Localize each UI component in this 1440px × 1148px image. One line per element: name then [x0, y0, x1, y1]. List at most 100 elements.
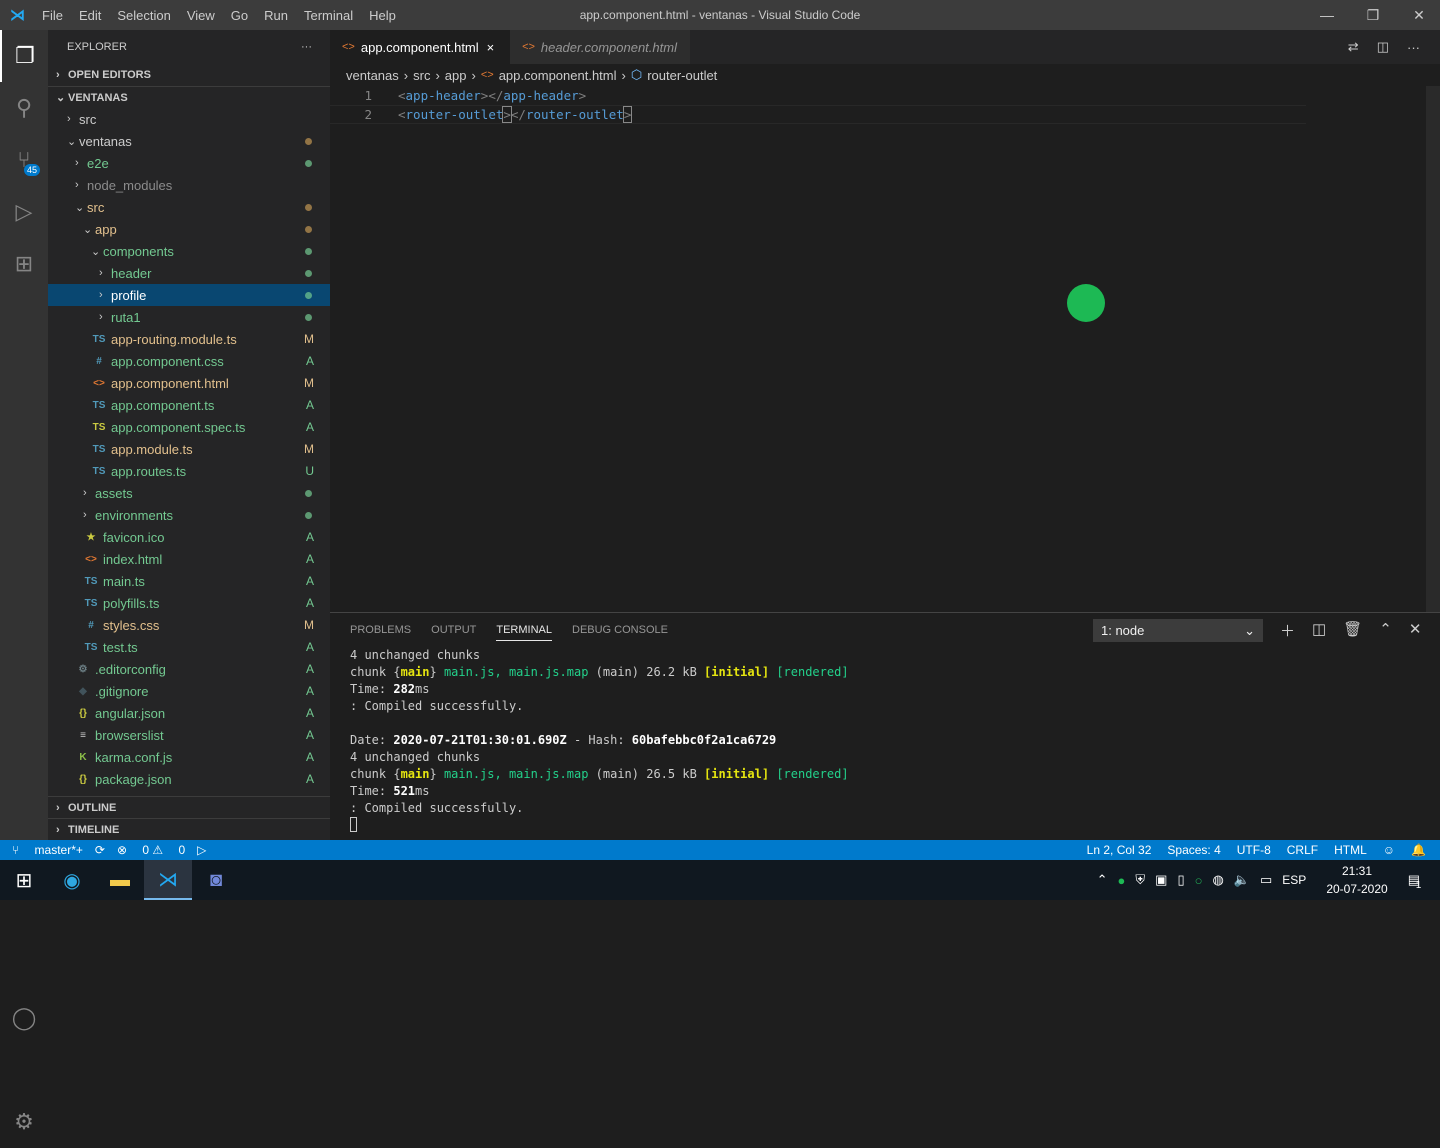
end-of-line[interactable]: CRLF: [1287, 843, 1318, 857]
tab-debug-console[interactable]: DEBUG CONSOLE: [572, 620, 668, 640]
breadcrumb-item[interactable]: src: [413, 68, 430, 83]
tree-item[interactable]: ★ favicon.ico A: [48, 526, 330, 548]
restore-button[interactable]: ❐: [1350, 0, 1396, 30]
tree-item[interactable]: TS app.module.ts M: [48, 438, 330, 460]
tree-item[interactable]: TS app.component.ts A: [48, 394, 330, 416]
discord-icon[interactable]: ◙: [192, 860, 240, 900]
windows-start-icon[interactable]: ⊞: [0, 860, 48, 900]
tree-item[interactable]: <> index.html A: [48, 548, 330, 570]
menu-view[interactable]: View: [179, 8, 223, 23]
spotify-icon[interactable]: ●: [1118, 873, 1126, 888]
timeline-section[interactable]: › TIMELINE: [48, 818, 330, 840]
network-icon[interactable]: ▭: [1260, 872, 1272, 888]
vscode-taskbar-icon[interactable]: ⋊: [144, 860, 192, 900]
account-icon[interactable]: ◯: [0, 992, 48, 1044]
breadcrumb-item[interactable]: router-outlet: [647, 68, 717, 83]
tree-item[interactable]: ⌄ ventanas: [48, 130, 330, 152]
tree-item[interactable]: # app.component.css A: [48, 350, 330, 372]
more-actions-icon[interactable]: ···: [301, 41, 312, 53]
menu-file[interactable]: File: [34, 8, 71, 23]
clock[interactable]: 21:31 20-07-2020: [1326, 862, 1387, 898]
display-icon[interactable]: ▣: [1155, 872, 1167, 888]
close-window-button[interactable]: ✕: [1396, 0, 1440, 30]
new-terminal-icon[interactable]: ＋: [1280, 620, 1295, 641]
file-explorer-icon[interactable]: ▬: [96, 860, 144, 900]
tree-item[interactable]: › ruta1: [48, 306, 330, 328]
tree-item[interactable]: › node_modules: [48, 174, 330, 196]
menu-terminal[interactable]: Terminal: [296, 8, 361, 23]
breadcrumb-item[interactable]: app: [445, 68, 467, 83]
tree-item[interactable]: TS app-routing.module.ts M: [48, 328, 330, 350]
tree-item[interactable]: › assets: [48, 482, 330, 504]
source-control-icon[interactable]: ⑂ 45: [0, 134, 48, 186]
tab-output[interactable]: OUTPUT: [431, 620, 476, 640]
minimize-button[interactable]: —: [1304, 0, 1350, 30]
gear-icon[interactable]: ⚙: [0, 1096, 48, 1148]
maximize-panel-icon[interactable]: ⌃: [1379, 620, 1392, 641]
menu-selection[interactable]: Selection: [109, 8, 178, 23]
outline-section[interactable]: › OUTLINE: [48, 796, 330, 818]
encoding[interactable]: UTF-8: [1237, 843, 1271, 857]
tree-item[interactable]: # styles.css M: [48, 614, 330, 636]
language-indicator[interactable]: ESP: [1282, 873, 1306, 887]
open-changes-icon[interactable]: ⇄: [1348, 39, 1359, 55]
trash-icon[interactable]: 🗑: [1343, 620, 1362, 641]
tree-item[interactable]: › e2e: [48, 152, 330, 174]
show-hidden-icons[interactable]: ⌃: [1097, 872, 1108, 888]
code-editor[interactable]: 1 < app-header ></app-header > 2 < router-outl…: [330, 86, 1440, 124]
indentation[interactable]: Spaces: 4: [1167, 843, 1220, 857]
tree-item[interactable]: › header: [48, 262, 330, 284]
tree-item[interactable]: ⚙ .editorconfig A: [48, 658, 330, 680]
extensions-icon[interactable]: ⊞: [0, 238, 48, 290]
tree-item[interactable]: ⌄ app: [48, 218, 330, 240]
tab-app-component-html[interactable]: <> app.component.html ×: [330, 30, 510, 64]
explorer-icon[interactable]: ❐: [0, 30, 48, 82]
menu-help[interactable]: Help: [361, 8, 404, 23]
breadcrumb-item[interactable]: ventanas: [346, 68, 399, 83]
terminal-output[interactable]: 4 unchanged chunks chunk {main} main.js, …: [330, 647, 1440, 837]
workspace-section[interactable]: ⌄ VENTANAS: [48, 86, 330, 108]
menu-run[interactable]: Run: [256, 8, 296, 23]
tree-item[interactable]: TS polyfills.ts A: [48, 592, 330, 614]
close-panel-icon[interactable]: ✕: [1409, 620, 1422, 641]
tree-item[interactable]: {} package.json A: [48, 768, 330, 790]
tree-item[interactable]: ⌄ src: [48, 196, 330, 218]
tree-item[interactable]: TS app.routes.ts U: [48, 460, 330, 482]
edge-icon[interactable]: ◉: [48, 860, 96, 900]
tab-problems[interactable]: PROBLEMS: [350, 620, 411, 640]
problems-indicator[interactable]: ⊗ 0 ⚠ 0: [117, 843, 185, 857]
search-icon[interactable]: ⚲: [0, 82, 48, 134]
tree-item[interactable]: ⌄ components: [48, 240, 330, 262]
menu-edit[interactable]: Edit: [71, 8, 109, 23]
vertical-scrollbar[interactable]: [1426, 86, 1440, 612]
tree-item[interactable]: ≡ browserslist A: [48, 724, 330, 746]
split-editor-icon[interactable]: ◫: [1377, 39, 1389, 55]
terminal-select[interactable]: 1: node ⌄: [1093, 619, 1263, 642]
breadcrumb-item[interactable]: app.component.html: [499, 68, 617, 83]
tree-item[interactable]: Kkarma.conf.js A: [48, 746, 330, 768]
close-tab-icon[interactable]: ×: [487, 40, 495, 55]
notifications-icon[interactable]: ▤ 1: [1408, 872, 1422, 891]
split-terminal-icon[interactable]: ◫: [1312, 620, 1326, 641]
tab-header-component-html[interactable]: <> header.component.html: [510, 30, 690, 64]
tree-item[interactable]: › src: [48, 108, 330, 130]
app-tray-icon[interactable]: ○: [1195, 873, 1203, 888]
language-mode[interactable]: HTML: [1334, 843, 1367, 857]
tree-item[interactable]: TS main.ts A: [48, 570, 330, 592]
branch-indicator[interactable]: ⑂ master*+: [12, 843, 83, 857]
feedback-icon[interactable]: ☺: [1383, 843, 1395, 857]
sync-icon[interactable]: ⟳: [95, 843, 105, 857]
menu-go[interactable]: Go: [223, 8, 256, 23]
run-debug-icon[interactable]: ▷: [0, 186, 48, 238]
usb-icon[interactable]: ▯: [1177, 872, 1184, 888]
more-actions-icon[interactable]: ···: [1407, 40, 1420, 55]
tree-item[interactable]: › environments: [48, 504, 330, 526]
tree-item[interactable]: TS test.ts A: [48, 636, 330, 658]
bell-icon[interactable]: 🔔: [1411, 843, 1426, 857]
tree-item[interactable]: <> app.component.html M: [48, 372, 330, 394]
tree-item[interactable]: ◆ .gitignore A: [48, 680, 330, 702]
defender-icon[interactable]: ⛨: [1135, 872, 1145, 888]
tree-item[interactable]: TS app.component.spec.ts A: [48, 416, 330, 438]
tab-terminal[interactable]: TERMINAL: [496, 620, 552, 641]
tree-item[interactable]: {} angular.json A: [48, 702, 330, 724]
